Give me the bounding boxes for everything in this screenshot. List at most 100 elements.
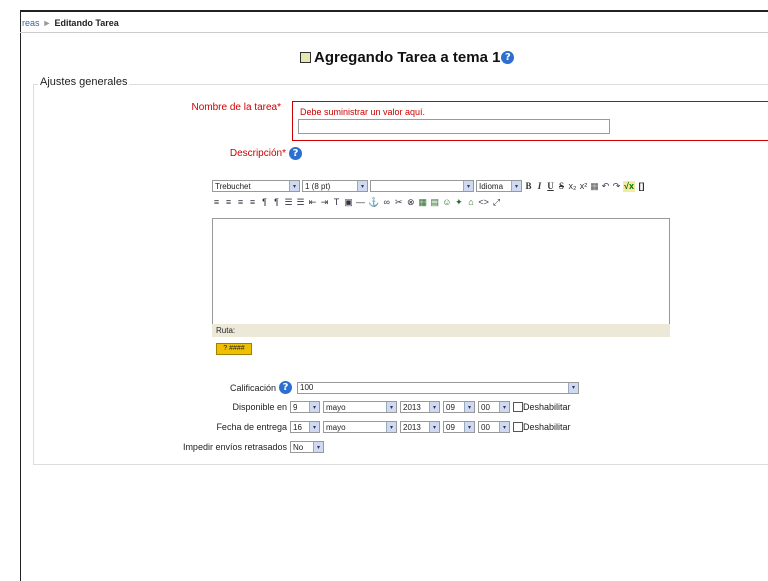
editor-toolbar-row2: ≡ ≡ ≡ ≡ ¶ ¶ ☰ ☰ ⇤ ⇥ T ▣ — ⚓ ∞ ✂ ⊗ ▦ ▤ ☺ ✦ ⌂ <> ⤢ — [212, 197, 501, 208]
breadcrumb-link[interactable]: reas — [22, 18, 40, 28]
name-label: Nombre de la tarea* — [150, 102, 281, 113]
due-hour-select[interactable]: 09 ▾ — [443, 421, 475, 433]
fieldset-legend: Ajustes generales — [38, 76, 130, 88]
due-year-select[interactable]: 2013 ▾ — [400, 421, 440, 433]
day-value: 16 — [293, 422, 302, 432]
size-value: 1 (8 pt) — [305, 181, 331, 191]
italic-button[interactable]: I — [535, 181, 544, 192]
name-input[interactable] — [298, 119, 610, 134]
chevron-down-icon: ▾ — [386, 402, 396, 412]
chevron-down-icon: ▾ — [429, 422, 439, 432]
page-title: Agregando Tarea a tema 1 ? — [300, 49, 515, 66]
available-month-select[interactable]: mayo ▾ — [323, 401, 397, 413]
font-select[interactable]: Trebuchet ▾ — [212, 180, 300, 192]
ltr-icon[interactable]: ¶ — [260, 197, 269, 208]
due-day-select[interactable]: 16 ▾ — [290, 421, 320, 433]
strikethrough-button[interactable]: S — [557, 181, 566, 192]
align-center-icon[interactable]: ≡ — [224, 197, 233, 208]
brackets-button[interactable]: [] — [637, 181, 646, 192]
available-disable-checkbox[interactable] — [513, 402, 523, 412]
chevron-down-icon: ▾ — [499, 422, 509, 432]
image-icon[interactable]: ▦ — [418, 197, 427, 208]
math-button[interactable]: √x — [623, 180, 635, 192]
align-left-icon[interactable]: ≡ — [212, 197, 221, 208]
text-color-icon[interactable]: T — [332, 197, 341, 208]
chevron-down-icon: ▾ — [289, 181, 299, 191]
language-value: Idioma — [479, 181, 504, 191]
unordered-list-icon[interactable]: ☰ — [296, 197, 305, 208]
outdent-icon[interactable]: ⇤ — [308, 197, 317, 208]
subscript-button[interactable]: x₂ — [568, 181, 577, 192]
grade-select[interactable]: 100 ▾ — [297, 381, 580, 394]
available-hour-select[interactable]: 09 ▾ — [443, 401, 475, 413]
description-editor-area[interactable] — [212, 218, 670, 325]
redo-button[interactable]: ↷ — [612, 181, 621, 192]
align-right-icon[interactable]: ≡ — [236, 197, 245, 208]
available-year-select[interactable]: 2013 ▾ — [400, 401, 440, 413]
chevron-down-icon: ▾ — [499, 402, 509, 412]
prevent-late-label: Impedir envíos retrasados — [182, 442, 287, 452]
search-replace-icon[interactable]: ⌂ — [466, 197, 475, 208]
available-row: Disponible en 9 ▾ mayo ▾ 2013 ▾ 09 ▾ 00 ▾ Des… — [221, 401, 571, 413]
undo-button[interactable]: ↶ — [601, 181, 610, 192]
breadcrumb-separator: ► — [42, 18, 52, 28]
language-select[interactable]: Idioma ▾ — [476, 180, 522, 192]
month-value: mayo — [326, 422, 346, 432]
rtl-icon[interactable]: ¶ — [272, 197, 281, 208]
chevron-down-icon: ▾ — [464, 402, 474, 412]
name-label-text: Nombre de la tarea — [191, 102, 278, 113]
ordered-list-icon[interactable]: ☰ — [284, 197, 293, 208]
chevron-down-icon: ▾ — [463, 181, 473, 191]
available-day-select[interactable]: 9 ▾ — [290, 401, 320, 413]
unlink-icon[interactable]: ✂ — [394, 197, 403, 208]
size-select[interactable]: 1 (8 pt) ▾ — [302, 180, 368, 192]
available-disable-label: Deshabilitar — [523, 402, 571, 412]
hour-value: 09 — [446, 402, 455, 412]
breadcrumb: reas ► Editando Tarea — [22, 18, 119, 28]
day-value: 9 — [293, 402, 298, 412]
grade-row: Calificación ? 100 ▾ — [230, 381, 580, 394]
due-label: Fecha de entrega — [216, 422, 287, 432]
bold-button[interactable]: B — [524, 181, 533, 192]
html-source-icon[interactable]: <> — [478, 197, 489, 208]
align-justify-icon[interactable]: ≡ — [248, 197, 257, 208]
horizontal-rule-icon[interactable]: — — [356, 197, 365, 208]
chevron-down-icon: ▾ — [511, 181, 521, 191]
year-value: 2013 — [403, 422, 421, 432]
breadcrumb-current: Editando Tarea — [54, 18, 119, 28]
due-disable-label: Deshabilitar — [523, 422, 571, 432]
due-minute-select[interactable]: 00 ▾ — [478, 421, 510, 433]
hour-value: 09 — [446, 422, 455, 432]
due-month-select[interactable]: mayo ▾ — [323, 421, 397, 433]
anchor-icon[interactable]: ⚓ — [368, 197, 379, 208]
due-disable-checkbox[interactable] — [513, 422, 523, 432]
chevron-down-icon: ▾ — [386, 422, 396, 432]
nolink-icon[interactable]: ⊗ — [406, 197, 415, 208]
grade-label: Calificación — [230, 382, 277, 393]
link-icon[interactable]: ∞ — [382, 197, 391, 208]
smiley-icon[interactable]: ☺ — [442, 197, 451, 208]
fullscreen-icon[interactable]: ⤢ — [492, 197, 501, 208]
required-mark: * — [277, 102, 281, 113]
help-icon[interactable]: ? — [289, 147, 302, 160]
help-icon[interactable]: ? — [501, 51, 515, 64]
underline-button[interactable]: U — [546, 181, 555, 192]
chevron-down-icon: ▾ — [309, 402, 319, 412]
chevron-down-icon: ▾ — [313, 442, 323, 452]
style-select[interactable]: ▾ — [370, 180, 474, 192]
left-border — [20, 10, 21, 581]
available-label: Disponible en — [232, 402, 287, 412]
help-icon[interactable]: ? — [279, 381, 293, 394]
indent-icon[interactable]: ⇥ — [320, 197, 329, 208]
grade-value: 100 — [300, 383, 314, 392]
clean-word-icon[interactable]: ▦ — [590, 181, 599, 192]
name-error-text: Debe suministrar un valor aquí. — [300, 107, 426, 117]
table-icon[interactable]: ▤ — [430, 197, 439, 208]
editor-help-button[interactable]: ? #### — [216, 343, 252, 355]
available-minute-select[interactable]: 00 ▾ — [478, 401, 510, 413]
superscript-button[interactable]: x² — [579, 181, 588, 192]
special-char-icon[interactable]: ✦ — [454, 197, 463, 208]
prevent-late-row: Impedir envíos retrasados No ▾ — [160, 441, 324, 453]
prevent-late-select[interactable]: No ▾ — [290, 441, 324, 453]
bg-color-icon[interactable]: ▣ — [344, 197, 353, 208]
